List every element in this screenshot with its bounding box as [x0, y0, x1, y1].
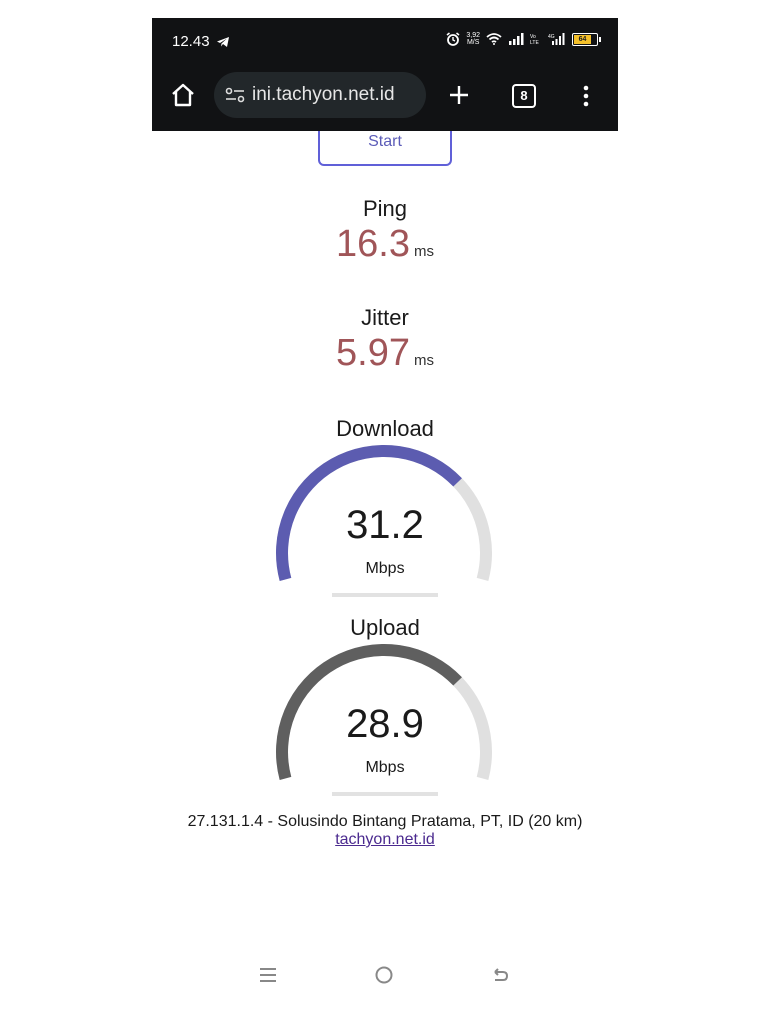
upload-label: Upload [350, 615, 420, 640]
network-speed-value: 3,92 [466, 32, 480, 39]
tab-count: 8 [520, 88, 528, 103]
jitter-label: Jitter [361, 305, 409, 330]
home-icon[interactable] [170, 82, 196, 108]
wifi-icon [486, 33, 502, 45]
signal-icon [509, 33, 524, 45]
network-speed-unit: M/S [466, 39, 480, 46]
browser-top-bar: 12.43 3,92 M/S Vo LTE 4G 64 ini.tachyon.… [152, 18, 618, 131]
server-info: 27.131.1.4 - Solusindo Bintang Pratama, … [187, 813, 583, 830]
network-speed: 3,92 M/S [466, 32, 480, 46]
site-settings-icon[interactable] [224, 86, 246, 104]
url-bar[interactable]: ini.tachyon.net.id [214, 72, 426, 118]
jitter-value: 5.97 [336, 332, 410, 374]
upload-unit: Mbps [365, 759, 405, 776]
svg-text:4G: 4G [548, 34, 555, 40]
download-label: Download [336, 416, 434, 441]
site-link[interactable]: tachyon.net.id [152, 831, 618, 849]
clock-text: 12.43 [172, 33, 210, 50]
recents-icon[interactable] [257, 964, 279, 986]
4g-signal-icon: 4G [548, 33, 565, 45]
tabs-icon[interactable]: 8 [512, 84, 536, 108]
alarm-icon [446, 32, 460, 46]
upload-value: 28.9 [346, 702, 424, 746]
system-nav-bar [152, 964, 618, 994]
phone-screen: 12.43 3,92 M/S Vo LTE 4G 64 ini.tachyon.… [152, 18, 618, 1024]
svg-text:LTE: LTE [530, 40, 539, 45]
telegram-icon [216, 36, 229, 47]
url-text[interactable]: ini.tachyon.net.id [252, 84, 395, 106]
upload-progress-bar [332, 792, 438, 796]
volte-icon: Vo LTE [530, 34, 539, 45]
status-bar-time: 12.43 [172, 33, 230, 50]
ping-label: Ping [362, 196, 408, 221]
download-progress-bar [332, 593, 438, 597]
start-button[interactable]: Start [318, 131, 452, 166]
ping-unit: ms [413, 243, 434, 260]
back-icon[interactable] [489, 964, 511, 986]
plus-icon[interactable] [448, 84, 470, 106]
download-value: 31.2 [346, 503, 424, 547]
ping-value-row: 16.3 ms [152, 223, 618, 266]
download-unit: Mbps [365, 560, 405, 577]
jitter-unit: ms [413, 352, 434, 369]
status-icons: 3,92 M/S Vo LTE 4G 64 [446, 32, 601, 46]
jitter-value-row: 5.97 ms [152, 332, 618, 375]
home-circle-icon[interactable] [373, 964, 395, 986]
more-vert-icon[interactable] [580, 84, 592, 108]
battery-level: 64 [574, 34, 591, 44]
ping-value: 16.3 [336, 223, 410, 265]
battery-icon: 64 [572, 32, 601, 46]
